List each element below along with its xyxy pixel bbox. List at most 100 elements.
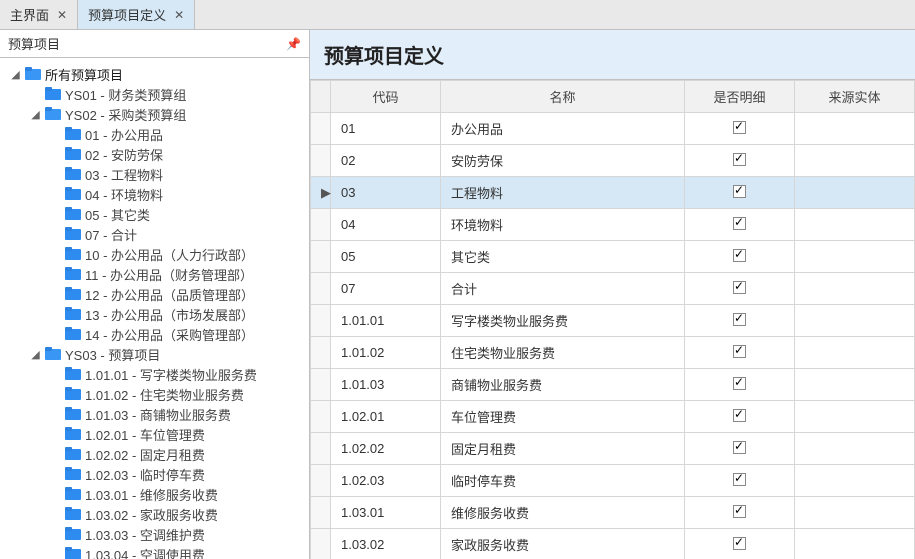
nav-tree[interactable]: ◢所有预算项目YS01 - 财务类预算组◢YS02 - 采购类预算组01 - 办… (0, 58, 309, 559)
table-row[interactable]: 1.01.03商铺物业服务费 (311, 369, 915, 401)
cell-name[interactable]: 合计 (441, 273, 685, 305)
row-indicator[interactable] (311, 369, 331, 401)
cell-name[interactable]: 环境物料 (441, 209, 685, 241)
close-icon[interactable]: ✕ (174, 8, 184, 22)
table-row[interactable]: 05其它类 (311, 241, 915, 273)
tree-node[interactable]: 12 - 办公用品（品质管理部） (4, 284, 309, 304)
cell-code[interactable]: 1.01.02 (331, 337, 441, 369)
tree-node[interactable]: 07 - 合计 (4, 224, 309, 244)
table-row[interactable]: 1.03.01维修服务收费 (311, 497, 915, 529)
checkbox-icon[interactable] (733, 153, 746, 166)
row-indicator[interactable] (311, 305, 331, 337)
cell-code[interactable]: 07 (331, 273, 441, 305)
cell-detail[interactable] (685, 305, 795, 337)
column-header-source[interactable]: 来源实体 (795, 81, 915, 113)
cell-name[interactable]: 其它类 (441, 241, 685, 273)
cell-detail[interactable] (685, 369, 795, 401)
cell-code[interactable]: 1.03.01 (331, 497, 441, 529)
row-indicator[interactable] (311, 337, 331, 369)
collapse-icon[interactable]: ◢ (30, 349, 41, 360)
column-header-name[interactable]: 名称 (441, 81, 685, 113)
tree-node[interactable]: 10 - 办公用品（人力行政部） (4, 244, 309, 264)
checkbox-icon[interactable] (733, 217, 746, 230)
column-header-detail[interactable]: 是否明细 (685, 81, 795, 113)
cell-name[interactable]: 安防劳保 (441, 145, 685, 177)
cell-detail[interactable] (685, 241, 795, 273)
cell-source[interactable] (795, 465, 915, 497)
data-grid[interactable]: 代码 名称 是否明细 来源实体 01办公用品02安防劳保▶03工程物料04环境物… (310, 80, 915, 559)
cell-source[interactable] (795, 177, 915, 209)
cell-detail[interactable] (685, 177, 795, 209)
checkbox-icon[interactable] (733, 537, 746, 550)
tree-node[interactable]: 1.02.02 - 固定月租费 (4, 444, 309, 464)
row-indicator[interactable] (311, 401, 331, 433)
cell-source[interactable] (795, 369, 915, 401)
cell-name[interactable]: 办公用品 (441, 113, 685, 145)
tree-node[interactable]: 1.02.03 - 临时停车费 (4, 464, 309, 484)
checkbox-icon[interactable] (733, 473, 746, 486)
tree-node[interactable]: 04 - 环境物料 (4, 184, 309, 204)
table-row[interactable]: 02安防劳保 (311, 145, 915, 177)
cell-name[interactable]: 写字楼类物业服务费 (441, 305, 685, 337)
cell-detail[interactable] (685, 529, 795, 559)
cell-detail[interactable] (685, 337, 795, 369)
cell-code[interactable]: 05 (331, 241, 441, 273)
tree-node[interactable]: 1.01.03 - 商铺物业服务费 (4, 404, 309, 424)
cell-code[interactable]: 1.02.01 (331, 401, 441, 433)
table-row[interactable]: 1.02.02固定月租费 (311, 433, 915, 465)
tree-node[interactable]: 1.01.01 - 写字楼类物业服务费 (4, 364, 309, 384)
row-indicator[interactable] (311, 209, 331, 241)
tree-node[interactable]: 03 - 工程物料 (4, 164, 309, 184)
row-indicator[interactable] (311, 529, 331, 559)
checkbox-icon[interactable] (733, 185, 746, 198)
tree-node[interactable]: 01 - 办公用品 (4, 124, 309, 144)
tree-node[interactable]: 1.03.03 - 空调维护费 (4, 524, 309, 544)
checkbox-icon[interactable] (733, 377, 746, 390)
row-indicator[interactable] (311, 145, 331, 177)
table-row[interactable]: 04环境物料 (311, 209, 915, 241)
cell-code[interactable]: 01 (331, 113, 441, 145)
tab-budget-item-def[interactable]: 预算项目定义 ✕ (78, 0, 195, 29)
tree-node[interactable]: ◢所有预算项目 (4, 64, 309, 84)
cell-source[interactable] (795, 209, 915, 241)
cell-name[interactable]: 固定月租费 (441, 433, 685, 465)
checkbox-icon[interactable] (733, 345, 746, 358)
table-row[interactable]: 1.02.01车位管理费 (311, 401, 915, 433)
collapse-icon[interactable]: ◢ (30, 109, 41, 120)
cell-detail[interactable] (685, 401, 795, 433)
checkbox-icon[interactable] (733, 121, 746, 134)
table-row[interactable]: 1.01.02住宅类物业服务费 (311, 337, 915, 369)
cell-name[interactable]: 住宅类物业服务费 (441, 337, 685, 369)
tab-main[interactable]: 主界面 ✕ (0, 0, 78, 29)
close-icon[interactable]: ✕ (57, 8, 67, 22)
cell-name[interactable]: 维修服务收费 (441, 497, 685, 529)
cell-code[interactable]: 1.01.03 (331, 369, 441, 401)
tree-node[interactable]: 1.03.04 - 空调使用费 (4, 544, 309, 559)
cell-source[interactable] (795, 497, 915, 529)
cell-source[interactable] (795, 113, 915, 145)
collapse-icon[interactable]: ◢ (10, 69, 21, 80)
column-header-code[interactable]: 代码 (331, 81, 441, 113)
table-row[interactable]: 07合计 (311, 273, 915, 305)
checkbox-icon[interactable] (733, 409, 746, 422)
tree-node[interactable]: 1.01.02 - 住宅类物业服务费 (4, 384, 309, 404)
cell-name[interactable]: 商铺物业服务费 (441, 369, 685, 401)
row-indicator[interactable] (311, 273, 331, 305)
tree-node[interactable]: 05 - 其它类 (4, 204, 309, 224)
cell-source[interactable] (795, 337, 915, 369)
tree-node[interactable]: YS01 - 财务类预算组 (4, 84, 309, 104)
cell-code[interactable]: 04 (331, 209, 441, 241)
row-indicator[interactable]: ▶ (311, 177, 331, 209)
cell-source[interactable] (795, 529, 915, 559)
cell-detail[interactable] (685, 113, 795, 145)
cell-code[interactable]: 03 (331, 177, 441, 209)
cell-detail[interactable] (685, 209, 795, 241)
cell-detail[interactable] (685, 433, 795, 465)
cell-code[interactable]: 1.02.02 (331, 433, 441, 465)
cell-name[interactable]: 家政服务收费 (441, 529, 685, 559)
row-indicator[interactable] (311, 465, 331, 497)
pin-icon[interactable]: 📌 (286, 37, 301, 51)
checkbox-icon[interactable] (733, 441, 746, 454)
cell-detail[interactable] (685, 273, 795, 305)
tree-node[interactable]: 1.02.01 - 车位管理费 (4, 424, 309, 444)
